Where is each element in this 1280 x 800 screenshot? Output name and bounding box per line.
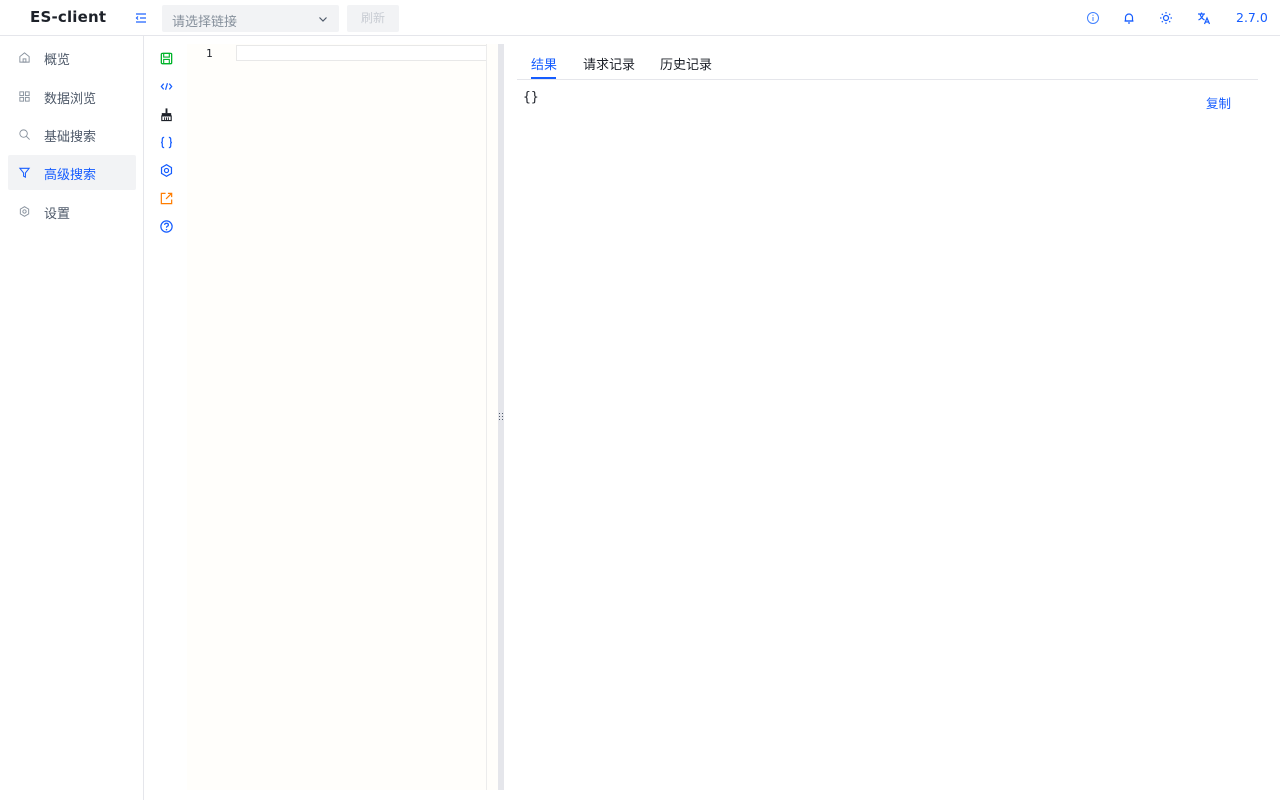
save-icon[interactable] [159, 51, 174, 66]
refresh-button[interactable]: 刷新 [347, 5, 399, 32]
chevron-down-icon [319, 17, 327, 22]
sidebar-item-label: 高级搜索 [44, 168, 97, 183]
code-icon[interactable] [159, 79, 174, 94]
sidebar-item-overview[interactable]: 概览 [8, 40, 136, 75]
line-number: 1 [206, 47, 213, 60]
drag-handle-icon [499, 413, 503, 420]
active-tab-indicator [531, 77, 556, 79]
sidebar-item-basic-search[interactable]: 基础搜索 [8, 117, 136, 152]
connection-select-placeholder: 请选择链接 [172, 15, 238, 30]
tab-request-log[interactable]: 请求记录 [583, 54, 635, 73]
version-label[interactable]: 2.7.0 [1236, 10, 1268, 25]
tab-history[interactable]: 历史记录 [660, 54, 712, 73]
editor-toolbar [145, 36, 187, 800]
results-panel: 结果 请求记录 历史记录 {} 复制 [504, 44, 1280, 800]
results-tabs: 结果 请求记录 历史记录 [517, 44, 1258, 80]
sidebar-item-advanced-search[interactable]: 高级搜索 [8, 155, 136, 190]
info-icon[interactable] [1085, 10, 1101, 26]
connection-select[interactable]: 请选择链接 [162, 5, 339, 32]
editor-current-line[interactable] [236, 45, 498, 61]
sidebar-item-data-browse[interactable]: 数据浏览 [8, 79, 136, 114]
sidebar-item-label: 数据浏览 [44, 92, 97, 107]
filter-icon [18, 167, 31, 178]
home-icon [19, 52, 30, 63]
clear-brush-icon[interactable] [159, 107, 174, 122]
settings-icon[interactable] [159, 163, 174, 178]
bell-icon[interactable] [1121, 10, 1137, 26]
sidebar-item-settings[interactable]: 设置 [8, 194, 136, 229]
sidebar-item-label: 概览 [44, 53, 71, 68]
sidebar-item-label: 基础搜索 [44, 130, 97, 145]
editor-scrollbar[interactable] [486, 44, 498, 790]
gear-icon [19, 206, 30, 217]
sidebar: 概览 数据浏览 基础搜索 高级搜索 设置 [0, 36, 144, 800]
format-braces-icon[interactable] [159, 135, 174, 150]
theme-sun-icon[interactable] [1158, 10, 1174, 26]
help-icon[interactable] [159, 219, 174, 234]
search-icon [19, 129, 30, 140]
app-header: ES-client 请选择链接 刷新 2.7.0 [0, 0, 1280, 36]
result-output: {} [523, 90, 539, 105]
query-editor[interactable]: 1 [187, 44, 498, 790]
app-title: ES-client [30, 8, 107, 26]
language-translate-icon[interactable] [1196, 10, 1212, 26]
export-icon[interactable] [159, 191, 174, 206]
menu-collapse-icon[interactable] [133, 10, 149, 26]
grid-icon [19, 91, 30, 102]
copy-button[interactable]: 复制 [1206, 93, 1231, 112]
sidebar-item-label: 设置 [44, 207, 71, 222]
tab-result[interactable]: 结果 [531, 54, 557, 73]
